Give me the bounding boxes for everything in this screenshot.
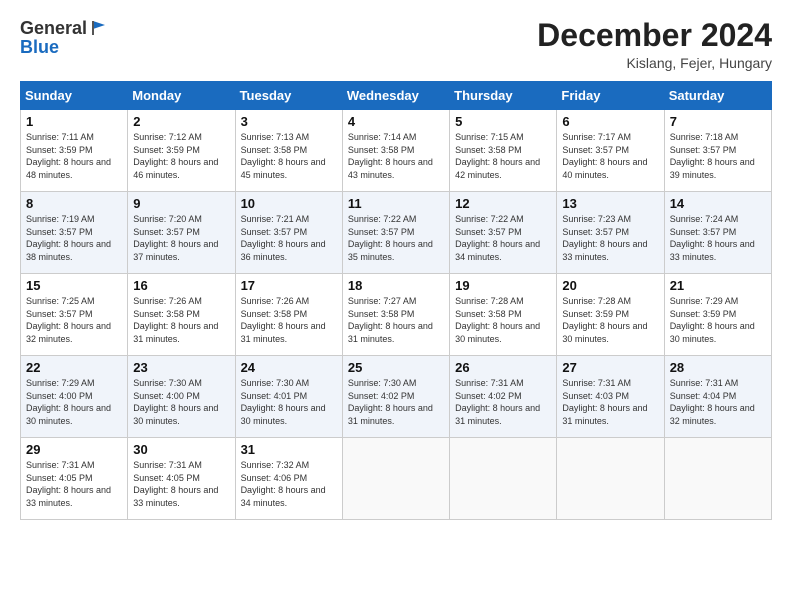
cell-w2-6: 14Sunrise: 7:24 AMSunset: 3:57 PMDayligh… — [664, 192, 771, 274]
cell-w4-6: 28Sunrise: 7:31 AMSunset: 4:04 PMDayligh… — [664, 356, 771, 438]
cell-w4-2: 24Sunrise: 7:30 AMSunset: 4:01 PMDayligh… — [235, 356, 342, 438]
cell-w1-4: 5Sunrise: 7:15 AMSunset: 3:58 PMDaylight… — [450, 110, 557, 192]
header-sunday: Sunday — [21, 82, 128, 110]
week-row-4: 22Sunrise: 7:29 AMSunset: 4:00 PMDayligh… — [21, 356, 772, 438]
logo-blue-text: Blue — [20, 37, 59, 58]
cell-w5-1: 30Sunrise: 7:31 AMSunset: 4:05 PMDayligh… — [128, 438, 235, 520]
header-thursday: Thursday — [450, 82, 557, 110]
calendar-header-row: Sunday Monday Tuesday Wednesday Thursday… — [21, 82, 772, 110]
cell-w3-2: 17Sunrise: 7:26 AMSunset: 3:58 PMDayligh… — [235, 274, 342, 356]
cell-w4-0: 22Sunrise: 7:29 AMSunset: 4:00 PMDayligh… — [21, 356, 128, 438]
week-row-3: 15Sunrise: 7:25 AMSunset: 3:57 PMDayligh… — [21, 274, 772, 356]
cell-w4-4: 26Sunrise: 7:31 AMSunset: 4:02 PMDayligh… — [450, 356, 557, 438]
cell-w3-3: 18Sunrise: 7:27 AMSunset: 3:58 PMDayligh… — [342, 274, 449, 356]
cell-w3-5: 20Sunrise: 7:28 AMSunset: 3:59 PMDayligh… — [557, 274, 664, 356]
page-header: General Blue December 2024 Kislang, Feje… — [20, 18, 772, 71]
cell-w2-5: 13Sunrise: 7:23 AMSunset: 3:57 PMDayligh… — [557, 192, 664, 274]
calendar-table: Sunday Monday Tuesday Wednesday Thursday… — [20, 81, 772, 520]
header-tuesday: Tuesday — [235, 82, 342, 110]
cell-w4-5: 27Sunrise: 7:31 AMSunset: 4:03 PMDayligh… — [557, 356, 664, 438]
cell-w5-3 — [342, 438, 449, 520]
cell-w3-1: 16Sunrise: 7:26 AMSunset: 3:58 PMDayligh… — [128, 274, 235, 356]
header-wednesday: Wednesday — [342, 82, 449, 110]
header-monday: Monday — [128, 82, 235, 110]
header-saturday: Saturday — [664, 82, 771, 110]
header-friday: Friday — [557, 82, 664, 110]
logo: General Blue — [20, 18, 107, 58]
cell-w2-4: 12Sunrise: 7:22 AMSunset: 3:57 PMDayligh… — [450, 192, 557, 274]
cell-w2-3: 11Sunrise: 7:22 AMSunset: 3:57 PMDayligh… — [342, 192, 449, 274]
week-row-2: 8Sunrise: 7:19 AMSunset: 3:57 PMDaylight… — [21, 192, 772, 274]
cell-w5-0: 29Sunrise: 7:31 AMSunset: 4:05 PMDayligh… — [21, 438, 128, 520]
logo-flag-icon — [89, 19, 107, 37]
week-row-1: 1Sunrise: 7:11 AMSunset: 3:59 PMDaylight… — [21, 110, 772, 192]
title-block: December 2024 Kislang, Fejer, Hungary — [537, 18, 772, 71]
cell-w1-5: 6Sunrise: 7:17 AMSunset: 3:57 PMDaylight… — [557, 110, 664, 192]
cell-w5-5 — [557, 438, 664, 520]
cell-w2-0: 8Sunrise: 7:19 AMSunset: 3:57 PMDaylight… — [21, 192, 128, 274]
cell-w3-0: 15Sunrise: 7:25 AMSunset: 3:57 PMDayligh… — [21, 274, 128, 356]
week-row-5: 29Sunrise: 7:31 AMSunset: 4:05 PMDayligh… — [21, 438, 772, 520]
cell-w3-4: 19Sunrise: 7:28 AMSunset: 3:58 PMDayligh… — [450, 274, 557, 356]
month-title: December 2024 — [537, 18, 772, 53]
cell-w1-3: 4Sunrise: 7:14 AMSunset: 3:58 PMDaylight… — [342, 110, 449, 192]
cell-w2-1: 9Sunrise: 7:20 AMSunset: 3:57 PMDaylight… — [128, 192, 235, 274]
cell-w5-4 — [450, 438, 557, 520]
cell-w5-2: 31Sunrise: 7:32 AMSunset: 4:06 PMDayligh… — [235, 438, 342, 520]
cell-w2-2: 10Sunrise: 7:21 AMSunset: 3:57 PMDayligh… — [235, 192, 342, 274]
calendar-page: General Blue December 2024 Kislang, Feje… — [0, 0, 792, 612]
cell-w1-2: 3Sunrise: 7:13 AMSunset: 3:58 PMDaylight… — [235, 110, 342, 192]
cell-w3-6: 21Sunrise: 7:29 AMSunset: 3:59 PMDayligh… — [664, 274, 771, 356]
cell-w1-6: 7Sunrise: 7:18 AMSunset: 3:57 PMDaylight… — [664, 110, 771, 192]
logo-general-text: General — [20, 18, 87, 39]
location: Kislang, Fejer, Hungary — [537, 55, 772, 71]
cell-w1-1: 2Sunrise: 7:12 AMSunset: 3:59 PMDaylight… — [128, 110, 235, 192]
cell-w1-0: 1Sunrise: 7:11 AMSunset: 3:59 PMDaylight… — [21, 110, 128, 192]
cell-w4-1: 23Sunrise: 7:30 AMSunset: 4:00 PMDayligh… — [128, 356, 235, 438]
cell-w5-6 — [664, 438, 771, 520]
cell-w4-3: 25Sunrise: 7:30 AMSunset: 4:02 PMDayligh… — [342, 356, 449, 438]
